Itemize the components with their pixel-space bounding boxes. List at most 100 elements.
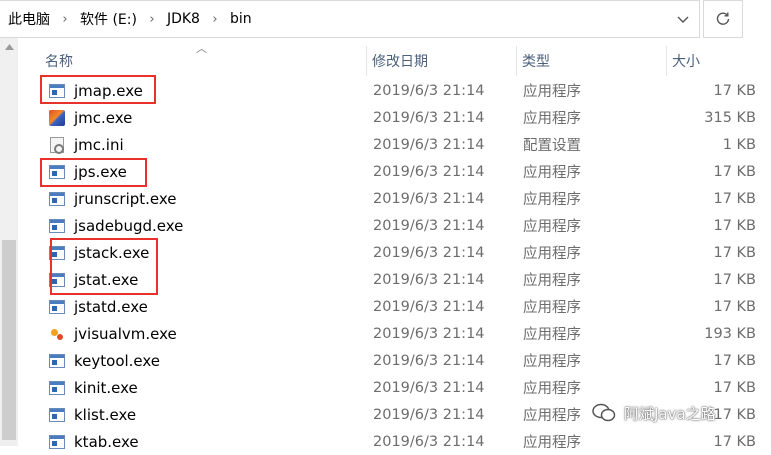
ini-settings-icon — [50, 136, 64, 154]
file-size: 193 KB — [704, 325, 756, 342]
file-name: jrunscript.exe — [74, 189, 177, 208]
breadcrumb-separator[interactable]: › — [200, 12, 230, 27]
file-size: 17 KB — [713, 163, 756, 180]
column-name-header[interactable]: 名称 — [45, 40, 73, 82]
file-row[interactable]: jmap.exe 2019/6/3 21:14 应用程序 17 KB — [18, 77, 771, 104]
breadcrumb-drive-e[interactable]: 软件 (E:) — [80, 9, 137, 29]
breadcrumb-separator[interactable]: › — [50, 12, 80, 27]
exe-icon — [49, 83, 65, 98]
file-size: 17 KB — [713, 82, 756, 99]
file-size: 17 KB — [713, 352, 756, 369]
column-date-header[interactable]: 修改日期 — [372, 40, 428, 82]
file-row[interactable]: jstack.exe 2019/6/3 21:14 应用程序 17 KB — [18, 239, 771, 266]
exe-icon — [49, 434, 65, 449]
jmc-icon — [49, 109, 65, 126]
file-size: 17 KB — [713, 406, 756, 423]
file-date: 2019/6/3 21:14 — [373, 190, 485, 207]
file-row[interactable]: jmc.ini 2019/6/3 21:14 配置设置 1 KB — [18, 131, 771, 158]
file-icon-cell — [48, 104, 66, 131]
file-date: 2019/6/3 21:14 — [373, 352, 485, 369]
file-date: 2019/6/3 21:14 — [373, 433, 485, 450]
file-icon-cell — [48, 266, 66, 293]
file-row[interactable]: jstatd.exe 2019/6/3 21:14 应用程序 17 KB — [18, 293, 771, 320]
file-type: 应用程序 — [523, 246, 581, 262]
file-type: 应用程序 — [523, 300, 581, 316]
file-type: 应用程序 — [523, 327, 581, 343]
file-row[interactable]: ktab.exe 2019/6/3 21:14 应用程序 17 KB — [18, 428, 771, 455]
file-type: 应用程序 — [523, 354, 581, 370]
file-size: 17 KB — [713, 190, 756, 207]
file-name: jstack.exe — [74, 243, 150, 262]
file-date: 2019/6/3 21:14 — [373, 136, 485, 153]
file-type: 应用程序 — [523, 273, 581, 289]
breadcrumb-separator[interactable]: › — [137, 12, 167, 27]
file-icon-cell — [48, 293, 66, 320]
column-size-header[interactable]: 大小 — [672, 40, 700, 82]
file-size: 17 KB — [713, 379, 756, 396]
file-row[interactable]: jrunscript.exe 2019/6/3 21:14 应用程序 17 KB — [18, 185, 771, 212]
refresh-icon — [716, 12, 730, 25]
breadcrumb[interactable]: 此电脑 › 软件 (E:) › JDK8 › bin — [0, 0, 700, 38]
file-row[interactable]: keytool.exe 2019/6/3 21:14 应用程序 17 KB — [18, 347, 771, 374]
scrollbar-thumb[interactable] — [2, 240, 16, 440]
file-name: jmc.ini — [74, 135, 124, 154]
file-name: jmc.exe — [74, 108, 133, 127]
column-divider[interactable] — [516, 46, 517, 76]
wechat-logo-icon — [592, 403, 616, 422]
sort-ascending-icon: ︿ — [196, 42, 207, 55]
file-icon-cell — [48, 77, 66, 104]
file-size: 17 KB — [713, 244, 756, 261]
file-date: 2019/6/3 21:14 — [373, 82, 485, 99]
file-type: 应用程序 — [523, 381, 581, 397]
breadcrumb-this-pc[interactable]: 此电脑 — [8, 9, 50, 29]
file-type: 应用程序 — [523, 435, 581, 451]
file-row[interactable]: jps.exe 2019/6/3 21:14 应用程序 17 KB — [18, 158, 771, 185]
refresh-button[interactable] — [703, 0, 743, 38]
breadcrumb-bin[interactable]: bin — [230, 11, 252, 27]
file-row[interactable]: jvisualvm.exe 2019/6/3 21:14 应用程序 193 KB — [18, 320, 771, 347]
file-name: jps.exe — [74, 162, 127, 181]
watermark: 阿斌Java之路 — [592, 401, 716, 425]
file-name: jvisualvm.exe — [74, 324, 177, 343]
exe-icon — [49, 299, 65, 314]
column-divider[interactable] — [666, 46, 667, 76]
file-row[interactable]: kinit.exe 2019/6/3 21:14 应用程序 17 KB — [18, 374, 771, 401]
file-icon-cell — [48, 401, 66, 428]
file-icon-cell — [48, 131, 66, 158]
file-date: 2019/6/3 21:14 — [373, 217, 485, 234]
address-bar: 此电脑 › 软件 (E:) › JDK8 › bin — [0, 0, 771, 38]
file-size: 1 KB — [722, 136, 756, 153]
file-icon-cell — [48, 239, 66, 266]
file-name: klist.exe — [74, 405, 137, 424]
exe-icon — [49, 191, 65, 206]
file-row[interactable]: jstat.exe 2019/6/3 21:14 应用程序 17 KB — [18, 266, 771, 293]
file-name: jmap.exe — [74, 81, 143, 100]
jvisualvm-icon — [49, 326, 65, 342]
exe-icon — [49, 380, 65, 395]
file-size: 17 KB — [713, 217, 756, 234]
address-history-dropdown[interactable] — [672, 9, 694, 31]
file-size: 17 KB — [713, 298, 756, 315]
file-type: 配置设置 — [523, 138, 581, 154]
file-size: 17 KB — [713, 271, 756, 288]
file-type: 应用程序 — [523, 84, 581, 100]
file-date: 2019/6/3 21:14 — [373, 163, 485, 180]
file-row[interactable]: jsadebugd.exe 2019/6/3 21:14 应用程序 17 KB — [18, 212, 771, 239]
file-icon-cell — [48, 347, 66, 374]
file-type: 应用程序 — [523, 111, 581, 127]
file-row[interactable]: jmc.exe 2019/6/3 21:14 应用程序 315 KB — [18, 104, 771, 131]
file-name: jstat.exe — [74, 270, 139, 289]
file-size: 315 KB — [704, 109, 756, 126]
file-date: 2019/6/3 21:14 — [373, 325, 485, 342]
chevron-up-icon — [4, 44, 14, 50]
file-date: 2019/6/3 21:14 — [373, 244, 485, 261]
file-date: 2019/6/3 21:14 — [373, 271, 485, 288]
exe-icon — [49, 353, 65, 368]
column-type-header[interactable]: 类型 — [522, 40, 550, 82]
breadcrumb-jdk8[interactable]: JDK8 — [167, 11, 200, 27]
file-date: 2019/6/3 21:14 — [373, 109, 485, 126]
file-name: keytool.exe — [74, 351, 161, 370]
scroll-up-button[interactable] — [0, 38, 18, 56]
file-date: 2019/6/3 21:14 — [373, 406, 485, 423]
column-divider[interactable] — [366, 46, 367, 76]
